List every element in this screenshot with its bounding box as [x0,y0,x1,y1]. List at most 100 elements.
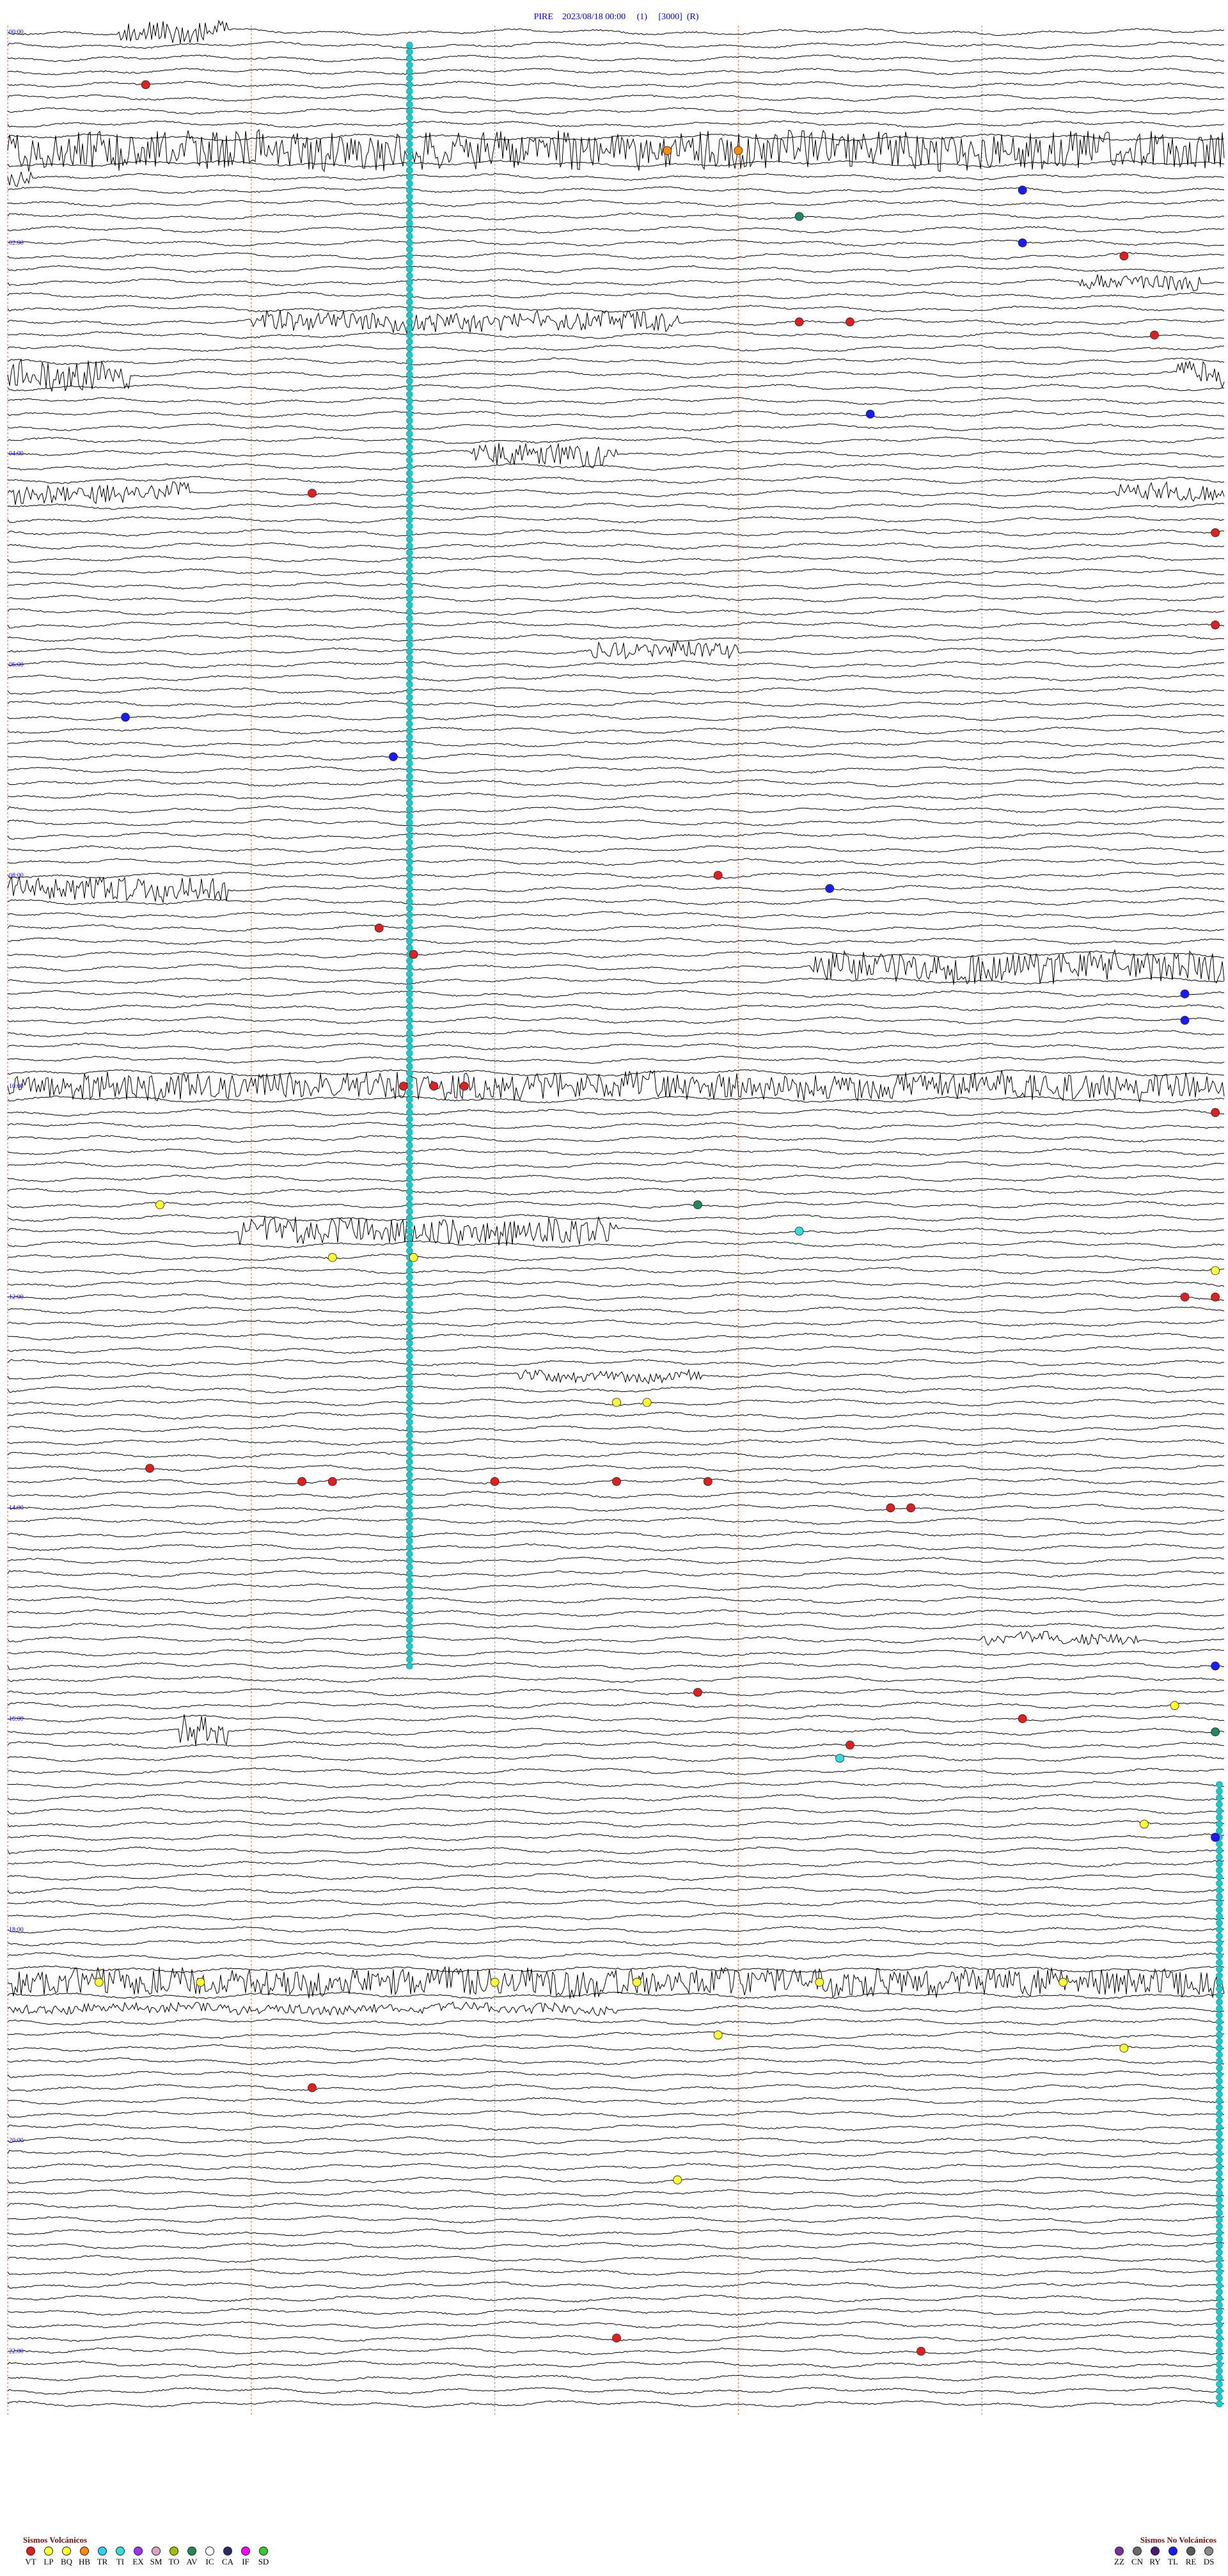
seismic-trace [7,990,1225,998]
event-marker-ti [406,1194,413,1202]
seismic-trace [7,171,1225,187]
event-marker-ti [406,1445,413,1452]
event-marker-ti [406,1030,413,1037]
seismic-trace [7,1029,1225,1038]
legend-item-sm: SM [148,2547,164,2566]
event-marker-ti [1216,2064,1223,2071]
event-marker-bq [196,1977,205,1987]
event-marker-ti [406,1366,413,1373]
event-marker-ti [406,885,413,892]
event-marker-ti [1216,1801,1223,1808]
event-marker-ti [1216,1939,1223,1947]
event-marker-ti [406,713,413,721]
event-marker-ti [1216,1880,1223,1887]
event-marker-ti [406,786,413,793]
seismic-trace [7,516,1225,524]
hour-label: 22:00 [9,2348,24,2355]
event-marker-ti [406,1313,413,1320]
event-marker-ti [406,1392,413,1400]
legend-item-ic: IC [202,2547,217,2566]
seismic-trace [7,1187,1225,1196]
event-marker-ti [406,371,413,378]
seismic-trace [7,528,1225,537]
event-marker-ti [406,1465,413,1472]
event-marker-ti [406,1583,413,1591]
event-marker-ti [1216,2005,1223,2012]
event-marker-ti [406,496,413,503]
seismic-trace [7,120,1225,129]
event-marker-ti [406,1451,413,1459]
seismic-trace [7,1952,1225,1960]
seismic-trace [7,1253,1225,1261]
legend-label: SD [258,2557,269,2566]
event-marker-ti [406,1551,413,1558]
seismic-trace [7,542,1225,550]
event-marker-ti [406,549,413,557]
legend-swatch [152,2547,161,2556]
event-marker-ti [406,384,413,391]
event-marker-ti [406,206,413,214]
event-marker-ti [406,1274,413,1281]
event-marker-vt [703,1477,712,1486]
event-marker-ti [406,1174,413,1182]
legend-label: RY [1149,2557,1161,2566]
event-marker-ti [406,845,413,853]
seismic-trace [7,357,1225,366]
event-marker-vt [398,1082,408,1091]
event-marker-ti [406,1649,413,1657]
event-marker-ti [406,793,413,800]
seismic-trace [7,1003,1225,1011]
event-marker-ti [406,898,413,905]
event-marker-ti [406,687,413,695]
seismic-trace [7,1332,1225,1341]
event-marker-ti [406,1399,413,1406]
event-marker-ti [1216,2229,1223,2236]
event-marker-vt [1211,1108,1220,1118]
hour-label: 20:00 [9,2137,24,2144]
event-marker-ti [406,81,413,88]
event-marker-ti [406,1563,413,1571]
event-marker-ti [1216,1840,1223,1847]
event-marker-ti [406,88,413,95]
seismic-trace [7,1688,1225,1696]
event-marker-ti [1216,2321,1223,2328]
event-marker-ti [406,489,413,497]
seismic-trace [7,93,1225,102]
seismic-trace [7,778,1225,787]
event-marker-ti [406,417,413,425]
event-marker-ti [406,1214,413,1222]
seismic-trace [7,640,1225,660]
event-marker-ti [406,892,413,899]
event-marker-bq [815,1977,824,1987]
seismic-trace [7,2149,1225,2158]
seismic-trace [7,1346,1225,1354]
event-marker-tl [1211,1661,1220,1671]
event-marker-ti [406,595,413,603]
event-marker-ti [1216,2170,1223,2177]
hour-label: 10:00 [9,1083,24,1090]
seismic-trace [7,2136,1225,2145]
event-marker-hb [734,146,743,155]
seismic-trace [7,2228,1225,2237]
seismic-trace [7,2373,1225,2382]
event-marker-ti [406,391,413,398]
seismic-trace [7,1517,1225,1525]
event-marker-ti [406,1511,413,1518]
seismic-trace [7,1306,1225,1315]
hour-label: 08:00 [9,872,24,879]
event-marker-ti [406,1208,413,1215]
event-marker-ti [406,443,413,451]
seismic-trace [7,1359,1225,1367]
legend-item-tl: TL [1165,2547,1181,2566]
event-marker-ti [1216,2012,1223,2019]
seismic-trace [7,423,1225,432]
event-marker-ti [406,1616,413,1624]
legend-label: LP [43,2557,54,2566]
event-marker-ti [406,94,413,102]
event-marker-ti [406,358,413,365]
event-marker-ti [406,727,413,734]
event-marker-ti [406,1280,413,1288]
event-marker-ti [406,226,413,233]
seismic-trace [7,310,1225,334]
legend-item-zz: ZZ [1112,2547,1127,2566]
